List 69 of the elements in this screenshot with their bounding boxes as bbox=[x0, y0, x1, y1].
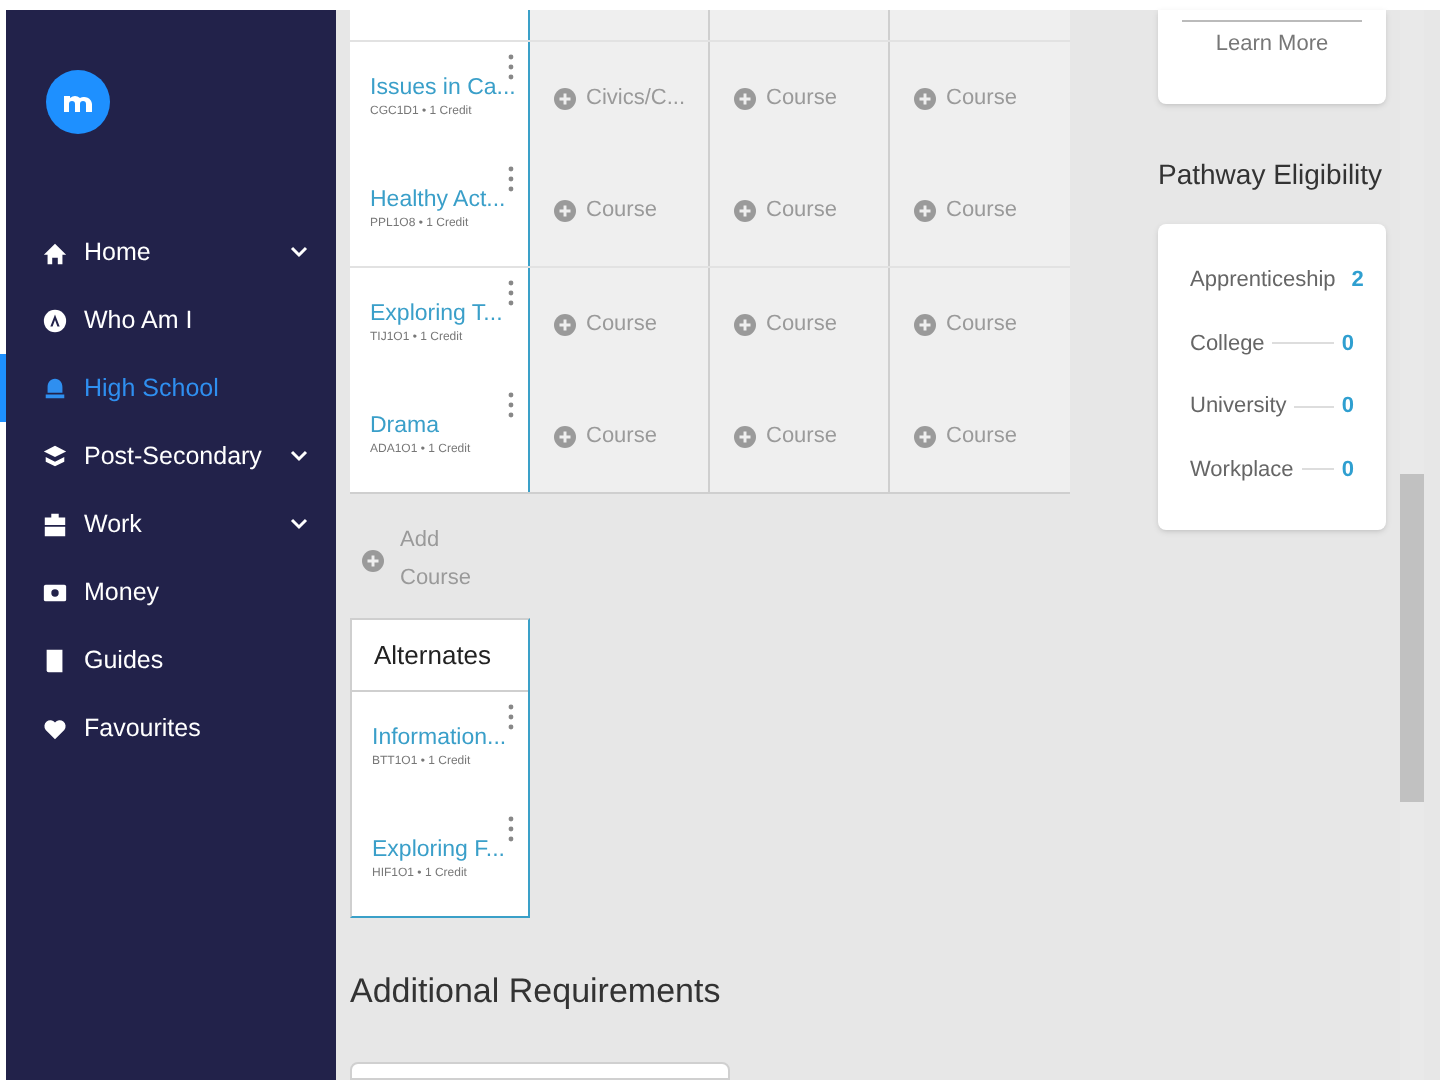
course-title[interactable]: Drama bbox=[370, 412, 528, 440]
add-course-slot[interactable]: Course bbox=[554, 419, 657, 453]
add-course-slot[interactable]: Course bbox=[914, 81, 1017, 115]
add-icon[interactable] bbox=[554, 199, 576, 221]
course-title[interactable]: Exploring F... bbox=[372, 836, 528, 864]
pathway-label: Workplace bbox=[1190, 455, 1294, 485]
chevron-down-icon[interactable] bbox=[290, 450, 308, 462]
add-icon[interactable] bbox=[554, 425, 576, 447]
add-icon[interactable] bbox=[734, 199, 756, 221]
heart-icon bbox=[42, 715, 68, 741]
pathway-label: University bbox=[1190, 392, 1287, 422]
pathway-count: 0 bbox=[1341, 392, 1354, 422]
add-course-slot[interactable]: Course bbox=[914, 419, 1017, 453]
graduation-cap-icon bbox=[42, 443, 68, 469]
add-icon[interactable] bbox=[362, 549, 384, 571]
add-icon[interactable] bbox=[914, 313, 936, 335]
chevron-down-icon[interactable] bbox=[290, 246, 308, 258]
add-course-slot[interactable]: Course bbox=[554, 193, 657, 227]
briefcase-icon bbox=[42, 511, 68, 537]
money-icon bbox=[42, 579, 68, 605]
section-heading: Pathway Eligibility bbox=[1158, 158, 1383, 190]
home-icon bbox=[42, 239, 68, 265]
add-icon[interactable] bbox=[914, 199, 936, 221]
pathway-count: 0 bbox=[1341, 329, 1354, 359]
course-title[interactable]: Healthy Act... bbox=[370, 186, 528, 214]
chevron-down-icon[interactable] bbox=[290, 518, 308, 530]
nav-item[interactable]: Guides bbox=[6, 626, 336, 694]
section-heading: Additional Requirements bbox=[350, 972, 721, 1010]
add-icon[interactable] bbox=[914, 425, 936, 447]
add-course-slot[interactable]: Course bbox=[914, 307, 1017, 341]
nav-item[interactable]: Work bbox=[6, 490, 336, 558]
more-icon[interactable] bbox=[508, 166, 514, 192]
nav-item[interactable]: Who Am I bbox=[6, 286, 336, 354]
section-title: Alternates bbox=[374, 637, 492, 674]
nav-item[interactable]: Post-Secondary bbox=[6, 422, 336, 490]
learn-more-button[interactable]: Learn More bbox=[1182, 20, 1362, 68]
pathway-label: College bbox=[1190, 329, 1265, 359]
scrollbar-thumb[interactable] bbox=[1400, 474, 1424, 802]
more-icon[interactable] bbox=[508, 704, 514, 730]
pathway-count: 2 bbox=[1351, 266, 1364, 296]
pathway-label: Apprenticeship bbox=[1190, 266, 1336, 296]
course-title[interactable]: Information... bbox=[372, 724, 528, 752]
add-course-link[interactable]: Add Course bbox=[400, 522, 480, 598]
course-title[interactable]: Issues in Ca... bbox=[370, 74, 528, 102]
more-icon[interactable] bbox=[508, 54, 514, 80]
add-course-slot[interactable]: Course bbox=[914, 193, 1017, 227]
add-icon[interactable] bbox=[734, 87, 756, 109]
course-title[interactable]: Exploring T... bbox=[370, 300, 528, 328]
add-course-slot[interactable]: Course bbox=[554, 307, 657, 341]
logo-icon[interactable] bbox=[46, 70, 110, 134]
add-course-slot[interactable]: Course bbox=[734, 419, 837, 453]
nav-item[interactable]: Money bbox=[6, 558, 336, 626]
nav-item[interactable]: Favourites bbox=[6, 694, 336, 762]
add-course-slot[interactable]: Course bbox=[734, 307, 837, 341]
pathway-count: 0 bbox=[1341, 455, 1354, 485]
compass-icon bbox=[42, 307, 68, 333]
add-course-slot[interactable]: Course bbox=[734, 81, 837, 115]
add-icon[interactable] bbox=[734, 425, 756, 447]
add-icon[interactable] bbox=[554, 87, 576, 109]
add-course-slot[interactable]: Course bbox=[734, 193, 837, 227]
bell-icon bbox=[42, 375, 68, 401]
add-icon[interactable] bbox=[914, 87, 936, 109]
more-icon[interactable] bbox=[508, 816, 514, 842]
nav-item[interactable]: Home bbox=[6, 218, 336, 286]
add-icon[interactable] bbox=[554, 313, 576, 335]
more-icon[interactable] bbox=[508, 392, 514, 418]
more-icon[interactable] bbox=[508, 280, 514, 306]
add-icon[interactable] bbox=[734, 313, 756, 335]
book-icon bbox=[42, 647, 68, 673]
